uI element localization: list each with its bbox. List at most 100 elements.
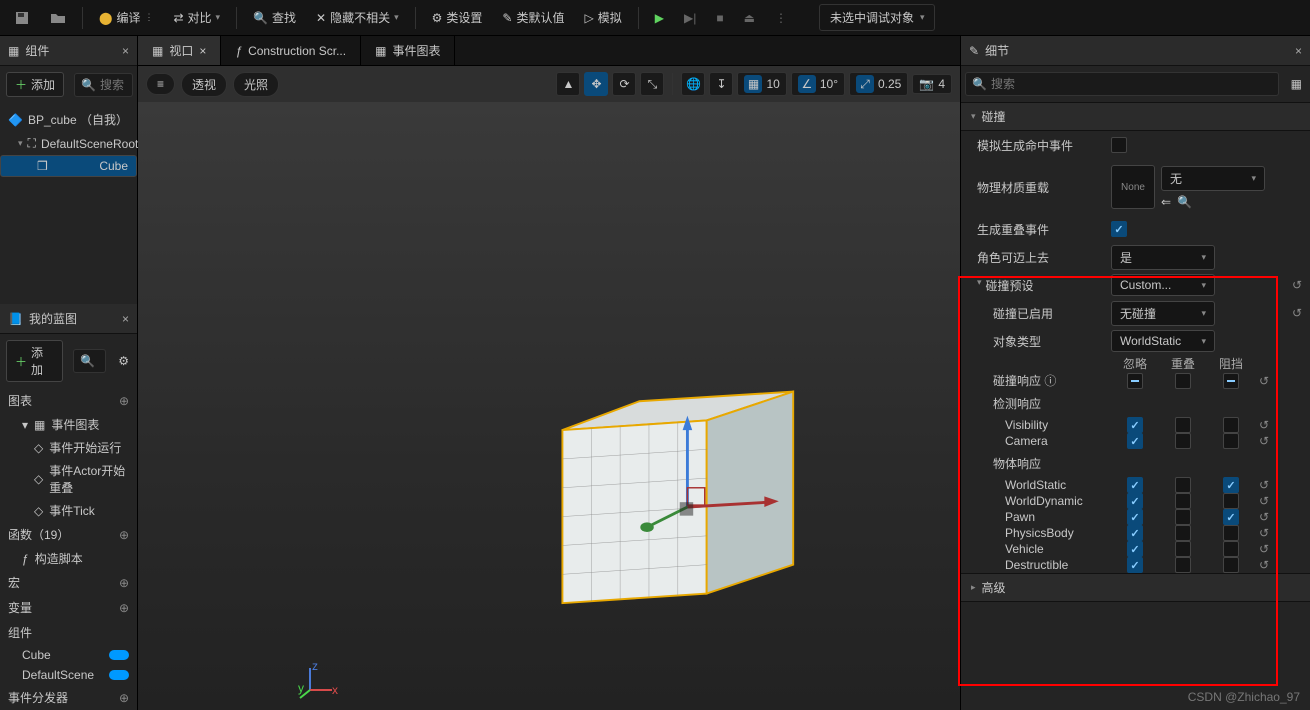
scale-tool[interactable]: ⤡ [640, 72, 664, 96]
cb-Pawn-block[interactable]: ✓ [1223, 509, 1239, 525]
play-button[interactable]: ▶ [647, 7, 672, 29]
reset-icon[interactable]: ↺ [1255, 542, 1273, 556]
resp-all-overlap[interactable] [1175, 373, 1191, 389]
bp-components-header[interactable]: 组件 [0, 620, 137, 645]
reset-icon[interactable]: ↺ [1255, 510, 1273, 524]
reset-icon[interactable]: ↺ [1255, 374, 1273, 388]
simulate-button[interactable]: ▷模拟 [577, 5, 630, 30]
rotation-snap[interactable]: ∠10° [791, 72, 845, 96]
bp-begin-play[interactable]: ◇事件开始运行 [0, 436, 137, 459]
add-icon[interactable]: ⊕ [119, 528, 129, 542]
cb-Camera-ignore[interactable]: ✓ [1127, 433, 1143, 449]
resp-all-ignore[interactable] [1127, 373, 1143, 389]
surface-snap[interactable]: ↧ [709, 72, 733, 96]
browse-icon[interactable] [42, 6, 74, 30]
tab-construction[interactable]: ƒConstruction Scr... [221, 36, 361, 65]
cb-Visibility-ignore[interactable]: ✓ [1127, 417, 1143, 433]
bp-var-defaultscene[interactable]: DefaultScene [0, 665, 137, 685]
compile-button[interactable]: ⬤编译⋮ [91, 5, 161, 30]
cb-PhysicsBody-block[interactable] [1223, 525, 1239, 541]
close-icon[interactable]: × [122, 312, 129, 326]
cb-WorldDynamic-block[interactable] [1223, 493, 1239, 509]
more-button[interactable]: ⋮ [767, 7, 795, 29]
prop-preset-label[interactable]: ▾碰撞预设 [961, 277, 1111, 294]
add-bp-button[interactable]: ＋添加 [6, 340, 63, 382]
gen-overlap-checkbox[interactable]: ✓ [1111, 221, 1127, 237]
browse-to-icon[interactable]: 🔍 [1177, 195, 1192, 209]
eject-button[interactable]: ⏏ [736, 7, 763, 29]
tab-viewport[interactable]: ▦视口× [138, 36, 221, 65]
reset-icon[interactable]: ↺ [1255, 494, 1273, 508]
bp-functions-header[interactable]: 函数（19）⊕ [0, 522, 137, 547]
bp-macros-header[interactable]: 宏⊕ [0, 570, 137, 595]
viewport-menu[interactable]: ≡ [146, 73, 175, 95]
cb-WorldDynamic-ignore[interactable]: ✓ [1127, 493, 1143, 509]
cb-Visibility-block[interactable] [1223, 417, 1239, 433]
skip-button[interactable]: ▶| [676, 7, 704, 29]
bp-var-cube[interactable]: Cube [0, 645, 137, 665]
add-icon[interactable]: ⊕ [119, 394, 129, 408]
cb-WorldStatic-ignore[interactable]: ✓ [1127, 477, 1143, 493]
cb-PhysicsBody-ignore[interactable]: ✓ [1127, 525, 1143, 541]
bp-dispatchers-header[interactable]: 事件分发器⊕ [0, 685, 137, 710]
hide-unrelated-button[interactable]: ✕隐藏不相关▾ [308, 5, 407, 30]
preset-select[interactable]: Custom...▾ [1111, 274, 1215, 296]
diff-button[interactable]: ⇄对比▾ [165, 5, 228, 30]
bp-construction-script[interactable]: ƒ构造脚本 [0, 547, 137, 570]
cb-Visibility-overlap[interactable] [1175, 417, 1191, 433]
stop-button[interactable]: ■ [708, 7, 731, 29]
grid-snap[interactable]: ▦10 [737, 72, 786, 96]
add-icon[interactable]: ⊕ [119, 601, 129, 615]
use-selected-icon[interactable]: ⇐ [1161, 195, 1171, 209]
cb-Vehicle-block[interactable] [1223, 541, 1239, 557]
cb-Camera-block[interactable] [1223, 433, 1239, 449]
reset-icon[interactable]: ↺ [1255, 558, 1273, 572]
cb-Destructible-ignore[interactable]: ✓ [1127, 557, 1143, 573]
component-search-input[interactable]: 🔍 [74, 73, 133, 97]
cb-Vehicle-ignore[interactable]: ✓ [1127, 541, 1143, 557]
bp-graphs-header[interactable]: 图表⊕ [0, 388, 137, 413]
tree-cube[interactable]: ❒Cube [0, 155, 137, 177]
can-step-select[interactable]: 是▾ [1111, 245, 1215, 270]
view-perspective[interactable]: 透视 [181, 72, 227, 97]
cb-WorldStatic-block[interactable]: ✓ [1223, 477, 1239, 493]
sim-hit-checkbox[interactable] [1111, 137, 1127, 153]
cb-Destructible-block[interactable] [1223, 557, 1239, 573]
reset-icon[interactable]: ↺ [1255, 418, 1273, 432]
save-icon[interactable] [6, 6, 38, 30]
scale-snap[interactable]: ⤢0.25 [849, 72, 908, 96]
tab-event-graph[interactable]: ▦事件图表 [361, 36, 455, 65]
bp-event-graph[interactable]: ▾▦事件图表 [0, 413, 137, 436]
select-tool[interactable]: ▲ [556, 72, 580, 96]
camera-speed[interactable]: 📷4 [912, 74, 952, 94]
details-search-input[interactable]: 🔍 [965, 72, 1279, 96]
tree-blueprint-root[interactable]: 🔷BP_cube （自我） [0, 107, 137, 132]
bp-search-input[interactable]: 🔍 [73, 349, 106, 373]
view-lit[interactable]: 光照 [233, 72, 279, 97]
cb-Camera-overlap[interactable] [1175, 433, 1191, 449]
close-icon[interactable]: × [1295, 44, 1302, 58]
translate-tool[interactable]: ✥ [584, 72, 608, 96]
cb-Destructible-overlap[interactable] [1175, 557, 1191, 573]
category-advanced[interactable]: ▸高级 [961, 573, 1310, 602]
class-defaults-button[interactable]: ✎类默认值 [494, 5, 572, 30]
resp-all-block[interactable] [1223, 373, 1239, 389]
cb-Vehicle-overlap[interactable] [1175, 541, 1191, 557]
reset-icon[interactable]: ↺ [1255, 434, 1273, 448]
coord-space[interactable]: 🌐 [681, 72, 705, 96]
help-icon[interactable]: ⓘ [1044, 374, 1056, 388]
object-type-select[interactable]: WorldStatic▾ [1111, 330, 1215, 352]
reset-icon[interactable]: ↺ [1255, 526, 1273, 540]
find-button[interactable]: 🔍查找 [245, 5, 304, 30]
cb-WorldDynamic-overlap[interactable] [1175, 493, 1191, 509]
phys-mat-select[interactable]: 无▾ [1161, 166, 1265, 191]
rotate-tool[interactable]: ⟳ [612, 72, 636, 96]
details-settings-icon[interactable]: ▦ [1283, 73, 1310, 95]
collision-enabled-select[interactable]: 无碰撞▾ [1111, 301, 1215, 326]
reset-icon[interactable]: ↺ [1288, 278, 1306, 292]
tree-scene-root[interactable]: ▾⛶DefaultSceneRoot [0, 132, 137, 155]
add-icon[interactable]: ⊕ [119, 691, 129, 705]
add-component-button[interactable]: ＋添加 [6, 72, 64, 97]
viewport-canvas[interactable]: z x y [138, 102, 960, 710]
class-settings-button[interactable]: ⚙类设置 [424, 5, 491, 30]
